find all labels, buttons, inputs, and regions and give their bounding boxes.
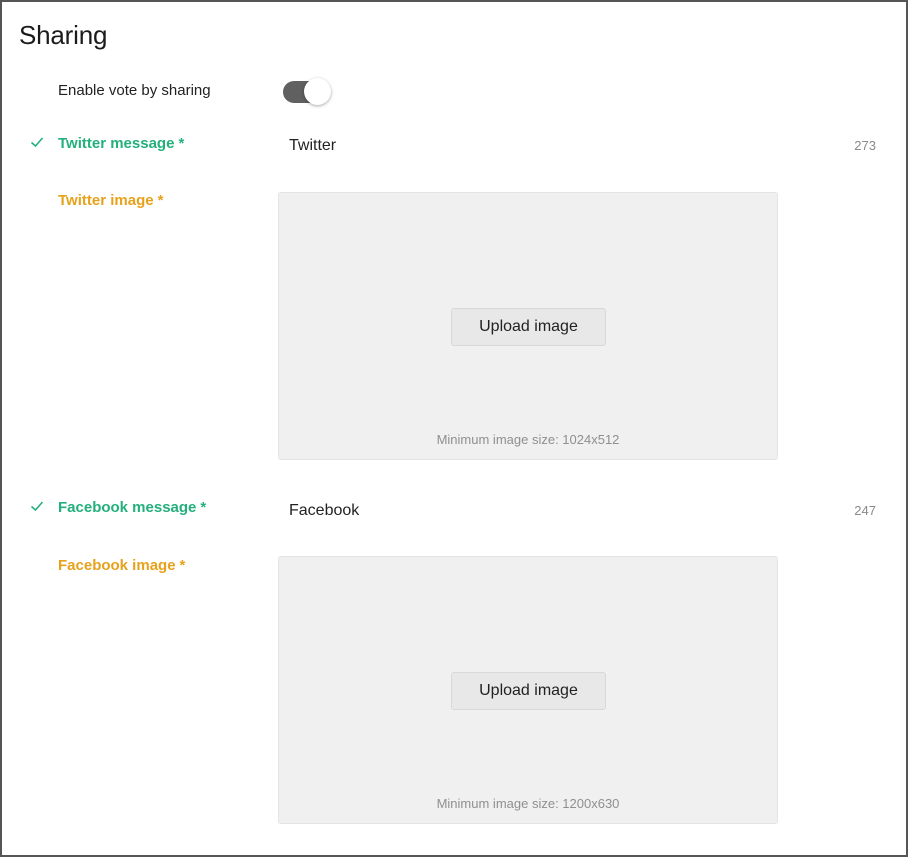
facebook-message-label-text: Facebook message (58, 499, 197, 516)
facebook-char-count: 247 (854, 503, 876, 518)
facebook-image-label: Facebook image * (58, 557, 185, 574)
twitter-message-label: Twitter message * (58, 135, 184, 152)
required-mark: * (200, 499, 207, 516)
toggle-knob (304, 78, 331, 105)
check-icon (30, 137, 44, 148)
facebook-message-input[interactable] (281, 497, 751, 525)
twitter-image-label-text: Twitter image (58, 192, 154, 209)
required-mark: * (157, 192, 164, 209)
sharing-panel: Sharing Enable vote by sharing Twitter m… (0, 0, 908, 857)
vote-sharing-label: Enable vote by sharing (58, 82, 211, 99)
twitter-char-count: 273 (854, 138, 876, 153)
facebook-message-label: Facebook message * (58, 499, 206, 516)
required-mark: * (178, 135, 185, 152)
facebook-image-label-text: Facebook image (58, 557, 176, 574)
twitter-min-image-size: Minimum image size: 1024x512 (436, 432, 620, 447)
twitter-message-input[interactable] (281, 132, 751, 160)
twitter-upload-image-button[interactable]: Upload image (451, 308, 606, 346)
twitter-image-label: Twitter image * (58, 192, 163, 209)
vote-sharing-toggle[interactable] (283, 78, 331, 105)
facebook-image-dropzone[interactable]: Upload image Minimum image size: 1200x63… (278, 556, 778, 824)
twitter-image-dropzone[interactable]: Upload image Minimum image size: 1024x51… (278, 192, 778, 460)
facebook-upload-image-button[interactable]: Upload image (451, 672, 606, 710)
check-icon (30, 501, 44, 512)
facebook-min-image-size: Minimum image size: 1200x630 (436, 796, 620, 811)
section-title: Sharing (19, 20, 108, 50)
required-mark: * (179, 557, 186, 574)
twitter-message-label-text: Twitter message (58, 135, 175, 152)
